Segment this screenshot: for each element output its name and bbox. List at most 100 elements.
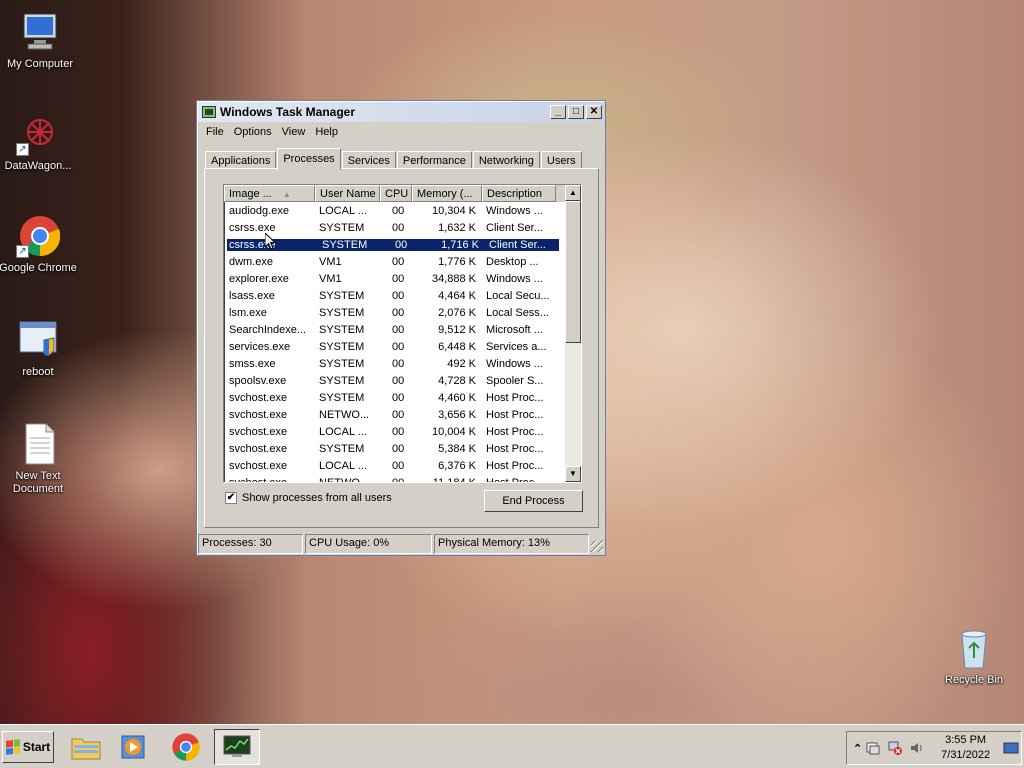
menu-view[interactable]: View	[277, 126, 311, 138]
process-row[interactable]: SearchIndexe... SYSTEM 00 9,512 K Microsoft …	[224, 321, 581, 338]
show-desktop-icon[interactable]	[1003, 741, 1019, 755]
tab-services[interactable]: Services	[341, 151, 396, 169]
process-memory: 1,716 K	[415, 238, 485, 251]
tab-networking[interactable]: Networking	[472, 151, 540, 169]
process-description: Windows ...	[486, 272, 543, 285]
process-memory: 10,004 K	[431, 425, 476, 438]
scroll-thumb[interactable]	[565, 201, 581, 343]
process-user-name: SYSTEM	[319, 340, 365, 353]
vertical-scrollbar[interactable]: ▲ ▼	[565, 185, 581, 482]
process-row[interactable]: dwm.exe VM1 00 1,776 K Desktop ...	[224, 253, 581, 270]
process-image-name: audiodg.exe	[229, 204, 289, 217]
taskbar-task-manager[interactable]	[214, 729, 260, 765]
title-bar[interactable]: Windows Task Manager _ □ ✕	[198, 102, 604, 122]
scroll-up-button[interactable]: ▲	[565, 185, 581, 201]
show-hidden-icons-button[interactable]: ⌃	[853, 742, 862, 755]
process-image-name: svchost.exe	[229, 442, 288, 455]
action-center-icon[interactable]	[866, 741, 880, 755]
process-memory: 6,376 K	[438, 459, 476, 472]
desktop-icon-datawagon[interactable]: ↗ DataWagon...	[0, 112, 78, 173]
column-memory[interactable]: Memory (...	[412, 185, 482, 202]
process-description: Host Proc...	[486, 442, 544, 455]
column-description[interactable]: Description	[482, 185, 556, 202]
process-memory: 492 K	[447, 357, 476, 370]
tab-users[interactable]: Users	[540, 151, 582, 169]
desktop-icon-label: Recycle Bin	[944, 674, 1004, 686]
process-row[interactable]: svchost.exe NETWO... 00 3,656 K Host Proc...	[224, 406, 581, 423]
start-label: Start	[22, 740, 51, 754]
process-row[interactable]: svchost.exe LOCAL ... 00 10,004 K Host Proc.…	[224, 423, 581, 440]
process-row[interactable]: services.exe SYSTEM 00 6,448 K Services a...	[224, 338, 581, 355]
taskbar-media-player[interactable]	[114, 729, 154, 765]
chrome-icon	[172, 733, 200, 761]
process-row[interactable]: audiodg.exe LOCAL ... 00 10,304 K Windows ..…	[224, 202, 581, 219]
menu-help[interactable]: Help	[310, 126, 343, 138]
tab-strip: Applications Processes Services Performa…	[205, 147, 583, 170]
process-user-name: LOCAL ...	[319, 204, 367, 217]
volume-icon[interactable]	[910, 741, 924, 755]
process-row[interactable]: csrss.exe SYSTEM 00 1,632 K Client Ser...	[224, 219, 581, 236]
process-user-name: VM1	[319, 272, 342, 285]
media-player-icon	[121, 735, 145, 759]
process-row[interactable]: smss.exe SYSTEM 00 492 K Windows ...	[224, 355, 581, 372]
tab-performance[interactable]: Performance	[396, 151, 472, 169]
clock[interactable]: 3:55 PM 7/31/2022	[936, 733, 995, 763]
desktop-icon-reboot[interactable]: reboot	[0, 318, 78, 379]
desktop-icon-recycle-bin[interactable]: Recycle Bin	[934, 626, 1014, 687]
desktop-icon-new-text-document[interactable]: New Text Document	[0, 422, 78, 496]
desktop-icon-google-chrome[interactable]: ↗ Google Chrome	[0, 214, 78, 275]
process-user-name: SYSTEM	[319, 289, 365, 302]
process-memory: 1,776 K	[438, 255, 476, 268]
menu-file[interactable]: File	[201, 126, 229, 138]
process-row[interactable]: explorer.exe VM1 00 34,888 K Windows ...	[224, 270, 581, 287]
taskbar-google-chrome[interactable]	[166, 729, 206, 765]
task-manager-window[interactable]: Windows Task Manager _ □ ✕ File Options …	[196, 100, 606, 556]
tab-applications[interactable]: Applications	[205, 151, 277, 169]
process-row[interactable]: svchost.exe NETWO... 00 11,184 K Host Proc..…	[224, 474, 581, 483]
process-row[interactable]: svchost.exe SYSTEM 00 5,384 K Host Proc...	[224, 440, 581, 457]
process-cpu: 00	[392, 442, 405, 455]
process-row[interactable]: lsm.exe SYSTEM 00 2,076 K Local Sess...	[224, 304, 581, 321]
start-button[interactable]: Start	[2, 731, 54, 763]
process-row[interactable]: svchost.exe LOCAL ... 00 6,376 K Host Proc..…	[224, 457, 581, 474]
close-button[interactable]: ✕	[586, 105, 602, 119]
process-description: Host Proc...	[486, 425, 544, 438]
scroll-down-button[interactable]: ▼	[565, 466, 581, 482]
shortcut-arrow-icon: ↗	[16, 245, 29, 258]
process-row[interactable]: svchost.exe SYSTEM 00 4,460 K Host Proc...	[224, 389, 581, 406]
process-row[interactable]: csrss.exe SYSTEM 00 1,716 K Client Ser...	[224, 236, 581, 253]
process-image-name: spoolsv.exe	[229, 374, 287, 387]
show-all-users-checkbox[interactable]: ✔	[225, 492, 237, 504]
process-cpu: 00	[392, 374, 405, 387]
process-image-name: svchost.exe	[229, 459, 288, 472]
column-user-name[interactable]: User Name	[315, 185, 380, 202]
taskbar-file-explorer[interactable]	[66, 729, 106, 765]
process-user-name: SYSTEM	[319, 221, 365, 234]
show-all-users-option[interactable]: ✔ Show processes from all users	[225, 492, 392, 504]
process-row[interactable]: spoolsv.exe SYSTEM 00 4,728 K Spooler S...	[224, 372, 581, 389]
tab-processes[interactable]: Processes	[277, 148, 341, 170]
windows-logo-icon	[5, 739, 20, 755]
process-list[interactable]: Image ... ▲ User Name CPU Memory (... De…	[223, 184, 582, 483]
process-user-name: SYSTEM	[319, 391, 365, 404]
desktop-icon-my-computer[interactable]: My Computer	[0, 10, 80, 71]
column-cpu[interactable]: CPU	[380, 185, 412, 202]
network-error-icon[interactable]	[888, 741, 903, 755]
maximize-button[interactable]: □	[568, 105, 584, 119]
process-memory: 2,076 K	[438, 306, 476, 319]
process-image-name: svchost.exe	[229, 391, 288, 404]
column-image-name[interactable]: Image ... ▲	[224, 185, 315, 202]
process-row[interactable]: lsass.exe SYSTEM 00 4,464 K Local Secu...	[224, 287, 581, 304]
process-user-name: SYSTEM	[319, 374, 365, 387]
minimize-button[interactable]: _	[550, 105, 566, 119]
resize-grip-icon[interactable]	[591, 540, 603, 552]
process-image-name: explorer.exe	[229, 272, 289, 285]
process-image-name: lsm.exe	[229, 306, 267, 319]
process-description: Local Sess...	[486, 306, 549, 319]
process-user-name: VM1	[319, 255, 342, 268]
process-memory: 1,632 K	[438, 221, 476, 234]
datawagon-logo-icon: ↗	[16, 112, 60, 156]
process-user-name: SYSTEM	[319, 323, 365, 336]
end-process-button[interactable]: End Process	[484, 490, 583, 512]
menu-options[interactable]: Options	[229, 126, 277, 138]
